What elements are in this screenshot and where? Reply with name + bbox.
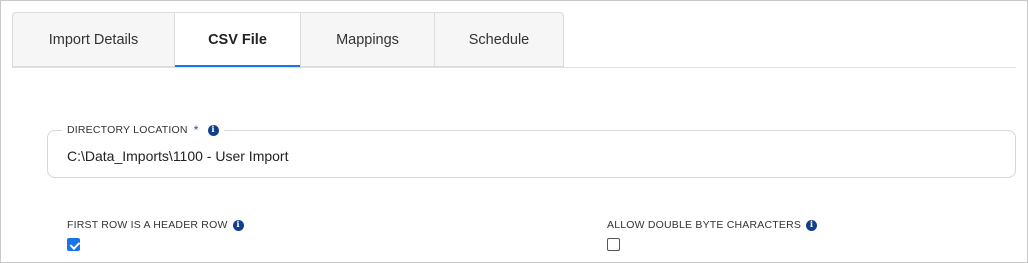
info-icon[interactable]: i (806, 219, 818, 231)
double-byte-checkbox[interactable] (607, 238, 620, 251)
option-label-text: FIRST ROW IS A HEADER ROW (67, 219, 228, 231)
directory-location-field: DIRECTORY LOCATION * i (47, 123, 1016, 178)
directory-location-input[interactable] (67, 148, 967, 164)
double-byte-label: ALLOW DOUBLE BYTE CHARACTERS i (607, 219, 818, 231)
option-label-text: ALLOW DOUBLE BYTE CHARACTERS (607, 219, 802, 231)
required-marker: * (193, 123, 199, 137)
header-row-option: FIRST ROW IS A HEADER ROW i (67, 219, 244, 251)
info-icon[interactable]: i (207, 124, 219, 136)
tab-csv-file[interactable]: CSV File (174, 12, 300, 68)
tab-label: CSV File (208, 32, 267, 48)
tab-bar: Import Details CSV File Mappings Schedul… (12, 12, 564, 68)
tab-label: Mappings (336, 31, 399, 48)
double-byte-option: ALLOW DOUBLE BYTE CHARACTERS i (607, 219, 818, 251)
info-icon[interactable]: i (232, 219, 244, 231)
tab-label: Import Details (48, 31, 139, 48)
field-label-text: DIRECTORY LOCATION (67, 124, 188, 136)
tab-divider (12, 67, 1016, 68)
directory-location-label: DIRECTORY LOCATION * i (62, 123, 224, 137)
tab-import-details[interactable]: Import Details (12, 12, 174, 67)
header-row-checkbox[interactable] (67, 238, 80, 251)
tab-schedule[interactable]: Schedule (434, 12, 564, 67)
tab-label: Schedule (468, 31, 530, 48)
header-row-label: FIRST ROW IS A HEADER ROW i (67, 219, 244, 231)
tab-mappings[interactable]: Mappings (300, 12, 434, 67)
